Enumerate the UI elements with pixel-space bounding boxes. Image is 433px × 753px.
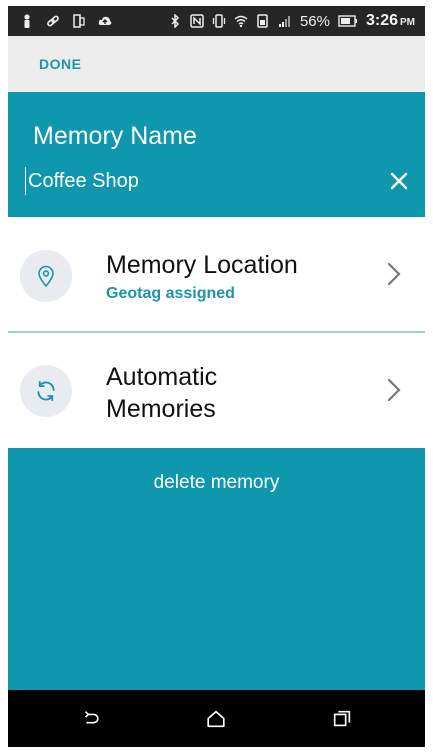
phone-icon <box>72 14 86 28</box>
memory-name-label: Memory Name <box>33 122 197 150</box>
signal-icon <box>278 14 292 28</box>
delete-memory-button[interactable]: delete memory <box>8 472 425 494</box>
battery-icon <box>338 14 358 28</box>
sync-icon <box>37 380 55 402</box>
back-icon[interactable] <box>71 699 111 739</box>
location-icon-circle <box>20 250 72 302</box>
vibrate-icon <box>212 14 226 28</box>
memory-location-title: Memory Location <box>106 251 298 279</box>
nfc-icon <box>190 14 204 28</box>
link-icon <box>46 14 60 28</box>
automatic-memories-title: Automatic Memories <box>106 363 218 423</box>
chevron-right-icon <box>387 378 401 402</box>
memory-name-input[interactable] <box>25 167 368 195</box>
home-icon[interactable] <box>196 699 236 739</box>
bluetooth-icon <box>168 14 182 28</box>
memory-location-item[interactable]: Memory Location Geotag assigned <box>8 217 425 331</box>
sync-icon-circle <box>20 365 72 417</box>
phone-screen: 56% 3:26PM DONE Memory Name Memory Locat… <box>8 6 425 747</box>
automatic-memories-item[interactable]: Automatic Memories <box>8 333 425 448</box>
status-bar: 56% 3:26 PM <box>8 6 425 36</box>
clear-icon[interactable] <box>388 170 410 192</box>
geotag-status: Geotag assigned <box>106 285 235 302</box>
memory-name-header: Memory Name <box>8 92 425 217</box>
navigation-bar <box>8 690 425 747</box>
person-icon <box>20 14 34 28</box>
wifi-icon <box>234 14 248 28</box>
clock: 3:26 PM <box>365 12 415 29</box>
sim-icon <box>256 14 270 28</box>
chevron-right-icon <box>387 262 401 286</box>
battery-percent: 56% <box>299 12 330 30</box>
location-pin-icon <box>38 265 54 288</box>
recent-apps-icon[interactable] <box>322 699 362 739</box>
action-bar: DONE <box>8 36 425 92</box>
cloud-upload-icon <box>98 14 112 28</box>
done-button[interactable]: DONE <box>39 56 81 72</box>
